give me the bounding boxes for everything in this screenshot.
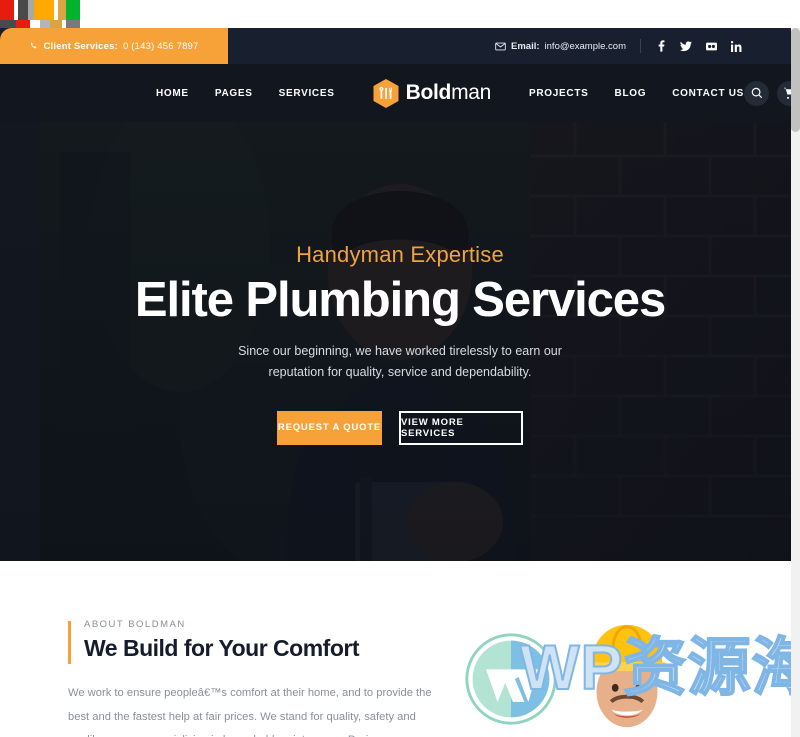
about-accent-bar	[68, 621, 71, 664]
brand-bold-part: Bold	[405, 81, 452, 104]
envelope-icon	[495, 42, 506, 50]
palette-swatch-row2	[16, 20, 30, 28]
top-utility-right: Email: info@example.com	[228, 28, 800, 64]
palette-swatch-row2	[0, 20, 16, 28]
nav-item-contact-us[interactable]: CONTACT US	[672, 88, 744, 99]
main-navigation-bar: HOME PAGES SERVICES Boldman PROJECTS BLO…	[0, 64, 800, 122]
email-value: info@example.com	[544, 40, 626, 52]
flickr-icon[interactable]	[705, 40, 717, 52]
brand-logo[interactable]: Boldman	[373, 78, 492, 108]
search-icon	[751, 87, 762, 99]
brand-wordmark: Boldman	[405, 81, 492, 105]
client-services-number: 0 (143) 456 7897	[122, 40, 199, 52]
palette-swatch-row2	[30, 20, 40, 28]
hero-title: Elite Plumbing Services	[134, 273, 666, 328]
palette-swatch-row2	[50, 20, 62, 28]
hero-subtitle: Since our beginning, we have worked tire…	[238, 344, 562, 379]
email-block[interactable]: Email: info@example.com	[495, 41, 626, 52]
nav-left-group: HOME PAGES SERVICES	[156, 88, 335, 99]
hero-eyebrow: Handyman Expertise	[296, 242, 504, 268]
request-a-quote-button[interactable]: REQUEST A QUOTE	[277, 410, 382, 445]
view-more-services-button[interactable]: VIEW MORE SERVICES	[399, 410, 523, 445]
hero-button-group: REQUEST A QUOTE VIEW MORE SERVICES	[277, 410, 523, 445]
page-scrollbar-thumb[interactable]	[791, 28, 800, 132]
nav-item-home[interactable]: HOME	[156, 88, 189, 99]
brand-light-part: man	[451, 81, 492, 104]
facebook-icon[interactable]	[655, 40, 667, 52]
about-heading: We Build for Your Comfort	[84, 635, 360, 661]
about-text-block: ABOUT BOLDMAN We Build for Your Comfort …	[0, 619, 450, 737]
twitter-icon[interactable]	[680, 40, 692, 52]
nav-item-blog[interactable]: BLOG	[615, 88, 647, 99]
nav-right-group: PROJECTS BLOG CONTACT US	[529, 88, 744, 99]
client-services-label: Client Services:	[43, 40, 118, 52]
palette-swatch-row2	[40, 20, 50, 28]
hexagon-tools-logo-icon	[373, 78, 399, 108]
nav-item-services[interactable]: SERVICES	[279, 88, 335, 99]
email-label: Email:	[511, 40, 540, 52]
palette-swatch-row2	[66, 20, 80, 28]
watermark-text: WP资源海	[519, 633, 800, 703]
page-scrollbar-track[interactable]	[791, 28, 800, 737]
about-section: ABOUT BOLDMAN We Build for Your Comfort …	[0, 561, 800, 737]
color-palette-strip-row2	[0, 20, 80, 28]
client-services-phone[interactable]: Client Services: 0 (143) 456 7897	[0, 28, 228, 64]
social-links	[655, 40, 742, 52]
phone-icon	[31, 42, 37, 48]
linkedin-icon[interactable]	[730, 40, 742, 52]
nav-item-pages[interactable]: PAGES	[215, 88, 253, 99]
topbar-divider	[640, 39, 641, 53]
site-watermark: WP资源海	[460, 619, 800, 737]
hero-content: Handyman Expertise Elite Plumbing Servic…	[0, 122, 800, 561]
hero-section: Handyman Expertise Elite Plumbing Servic…	[0, 122, 800, 561]
browser-viewport: Client Services: 0 (143) 456 7897 Email:…	[0, 28, 800, 737]
nav-item-projects[interactable]: PROJECTS	[529, 88, 589, 99]
search-button[interactable]	[744, 80, 770, 106]
page-root: Client Services: 0 (143) 456 7897 Email:…	[0, 0, 800, 737]
top-utility-bar: Client Services: 0 (143) 456 7897 Email:…	[0, 28, 800, 64]
about-eyebrow-label: ABOUT BOLDMAN	[84, 619, 186, 630]
about-paragraph: We work to ensure peopleâ€™s comfort at …	[68, 687, 432, 737]
